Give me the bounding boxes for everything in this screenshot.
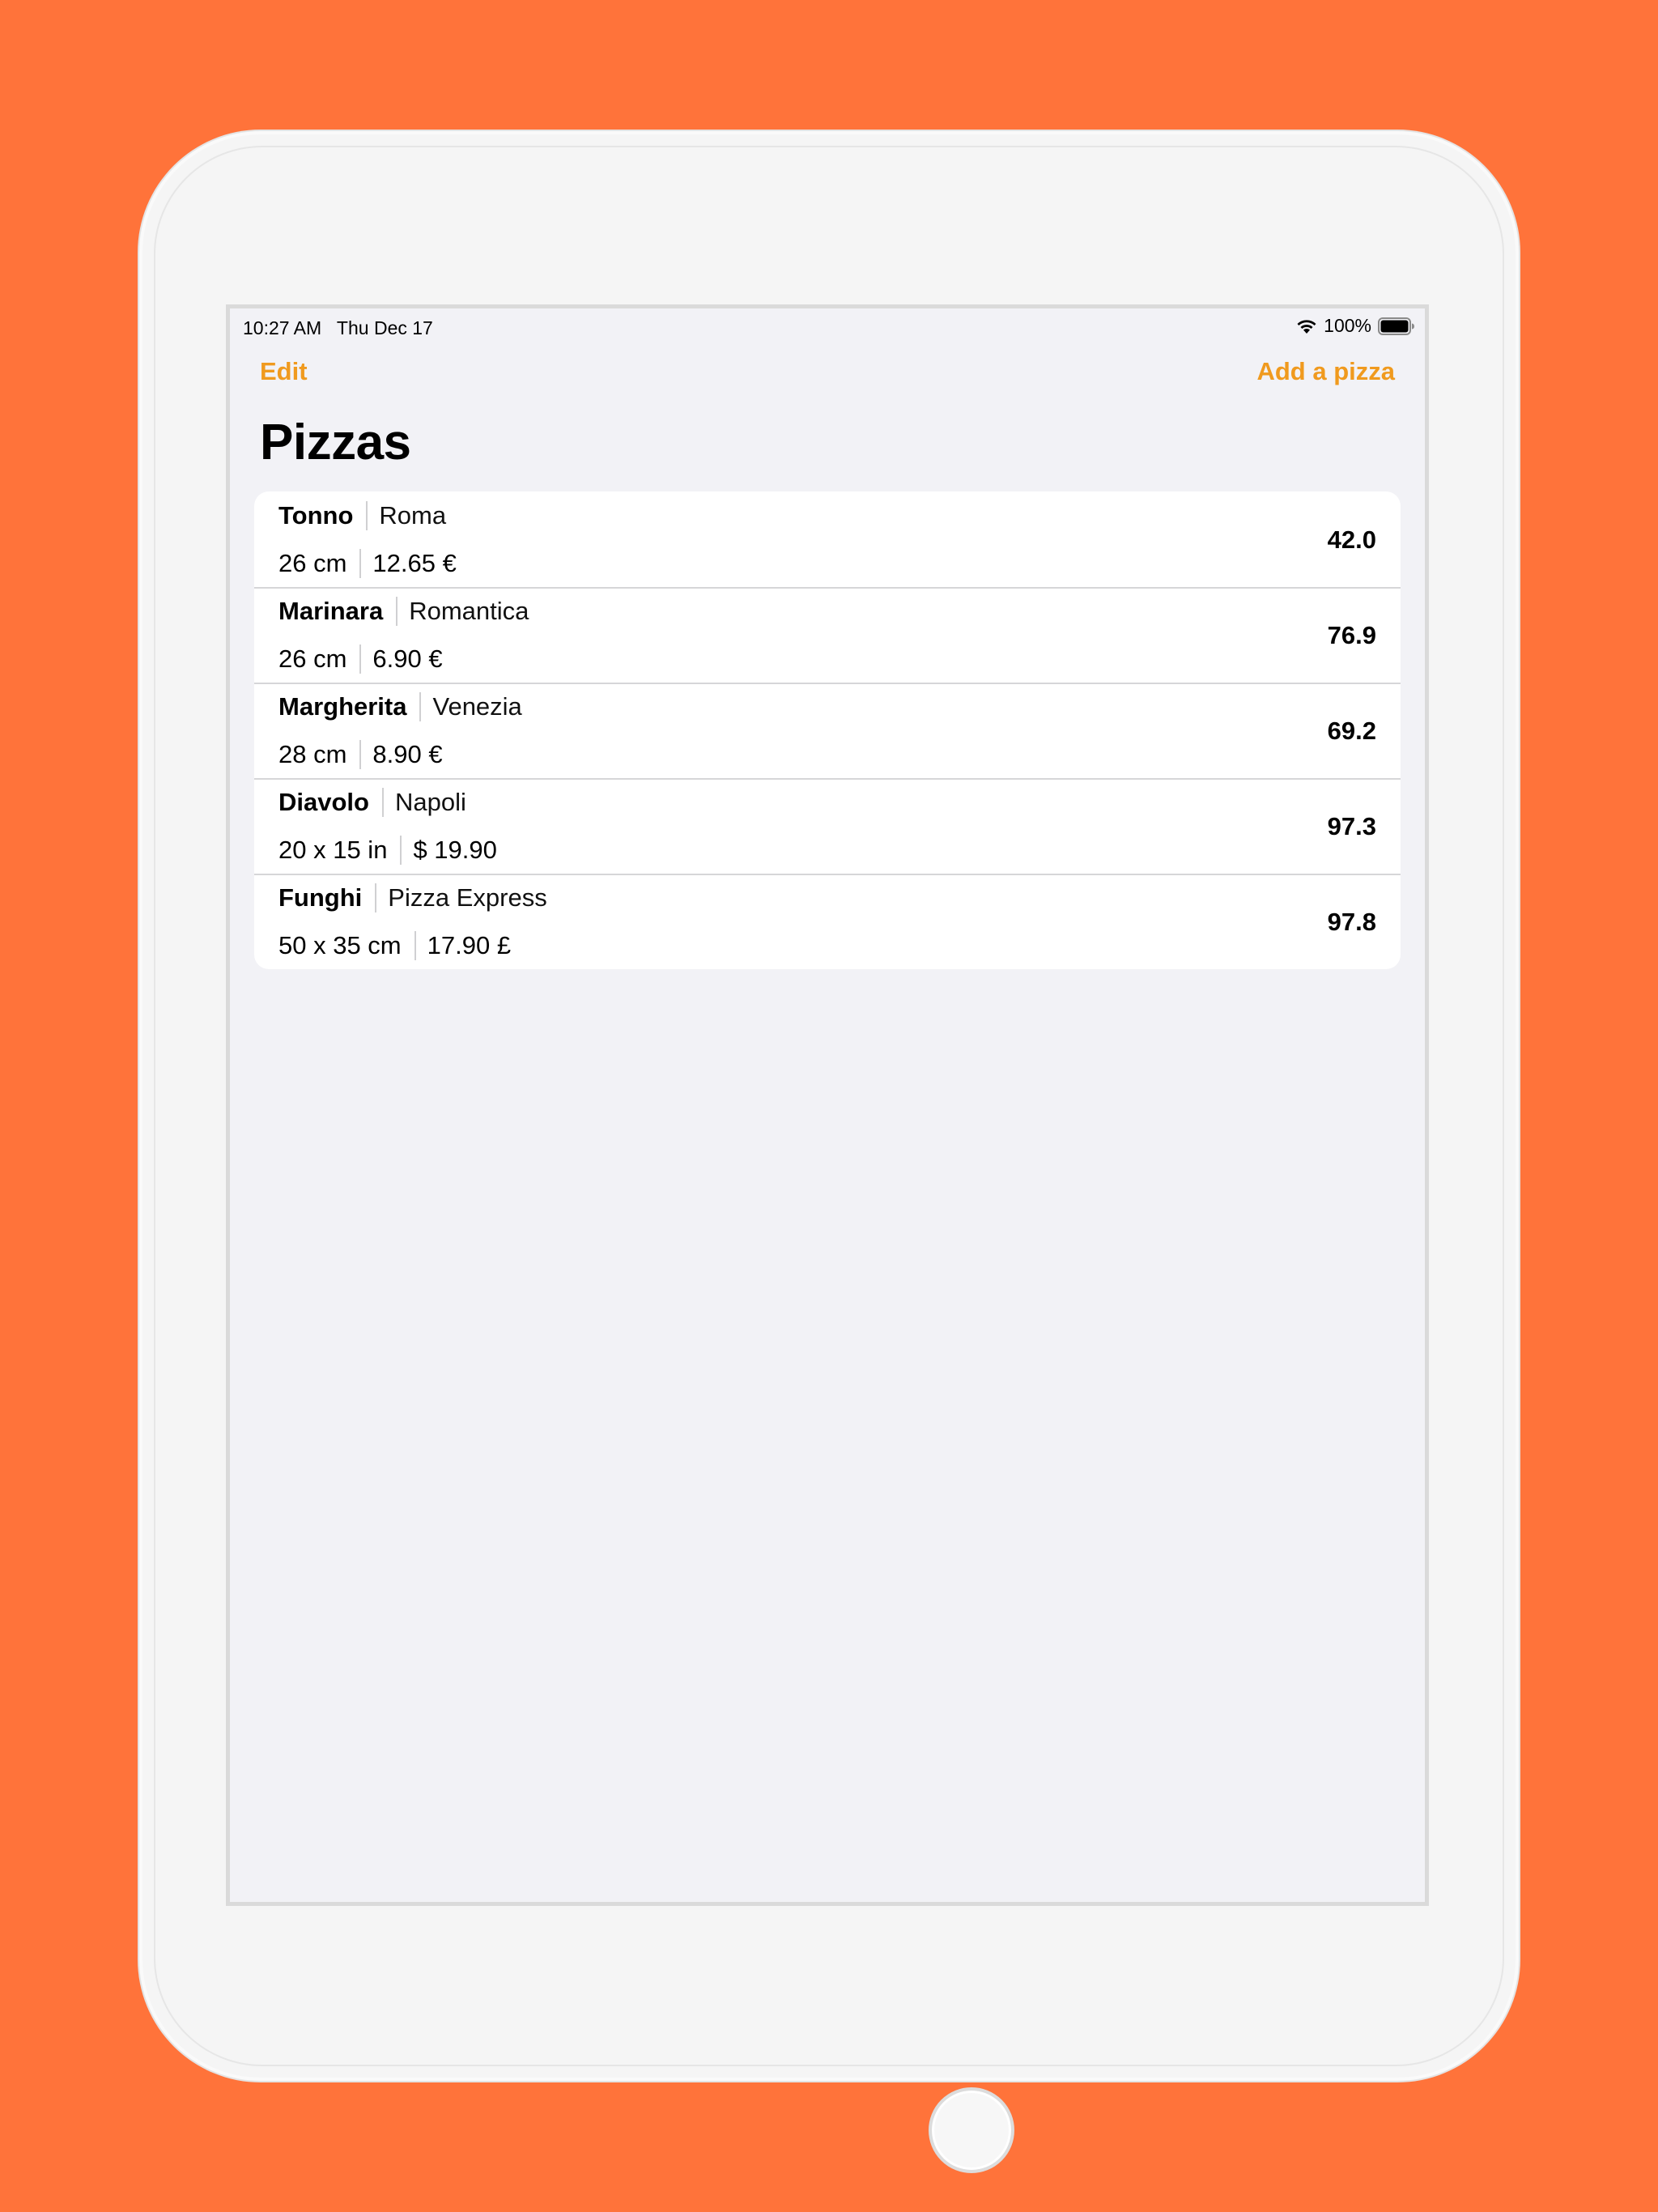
pizza-place: Romantica — [409, 597, 529, 625]
pizza-details: 28 cm 8.90 € — [278, 738, 443, 771]
home-button[interactable] — [929, 2087, 1014, 2173]
pizza-name: Tonno — [278, 501, 354, 530]
pizza-place: Venezia — [432, 692, 522, 721]
pizza-details: 20 x 15 in $ 19.90 — [278, 834, 497, 866]
divider — [359, 549, 362, 578]
battery-percentage: 100% — [1324, 315, 1371, 336]
pizza-place: Napoli — [394, 788, 466, 816]
pizza-size: 20 x 15 in — [278, 836, 388, 864]
divider — [396, 597, 398, 626]
status-time: 10:27 AM Thu Dec 17 — [243, 317, 433, 338]
divider — [359, 740, 362, 769]
battery-icon — [1378, 317, 1415, 335]
pizza-header: Funghi Pizza Express — [278, 882, 547, 914]
pizza-rating: 97.3 — [1327, 812, 1376, 840]
pizza-price: 8.90 € — [372, 740, 443, 768]
pizza-size: 26 cm — [278, 644, 347, 673]
pizza-header: Margherita Venezia — [278, 691, 522, 723]
divider — [366, 501, 368, 530]
pizza-rating: 69.2 — [1327, 717, 1376, 745]
divider — [400, 836, 402, 865]
status-indicators: 100% — [1296, 315, 1415, 337]
pizza-details: 50 x 35 cm 17.90 £ — [278, 929, 511, 962]
wifi-icon — [1296, 318, 1317, 334]
divider — [359, 644, 362, 674]
divider — [381, 788, 384, 817]
pizza-rating: 97.8 — [1327, 908, 1376, 936]
pizza-row-marinara[interactable]: Marinara Romantica 26 cm 6.90 € 76.9 — [254, 587, 1401, 683]
pizza-header: Marinara Romantica — [278, 595, 529, 627]
pizza-row-margherita[interactable]: Margherita Venezia 28 cm 8.90 € 69.2 — [254, 683, 1401, 778]
status-bar: 10:27 AM Thu Dec 17 100% — [230, 308, 1425, 347]
pizza-price: 6.90 € — [372, 644, 443, 673]
pizza-place: Roma — [379, 501, 447, 530]
pizza-rating: 42.0 — [1327, 525, 1376, 554]
pizza-price: 12.65 € — [372, 549, 457, 577]
app-screen: 10:27 AM Thu Dec 17 100% Edit Add a pizz… — [226, 304, 1429, 1906]
divider — [414, 931, 416, 960]
pizza-row-diavolo[interactable]: Diavolo Napoli 20 x 15 in $ 19.90 97.3 — [254, 778, 1401, 874]
pizza-place: Pizza Express — [388, 883, 547, 912]
divider — [419, 692, 422, 721]
navigation-bar: Edit Add a pizza — [230, 347, 1425, 396]
pizza-details: 26 cm 12.65 € — [278, 547, 457, 580]
pizza-size: 26 cm — [278, 549, 347, 577]
pizza-price: 17.90 £ — [427, 931, 512, 959]
add-pizza-button[interactable]: Add a pizza — [1256, 347, 1395, 396]
pizza-size: 50 x 35 cm — [278, 931, 402, 959]
pizza-details: 26 cm 6.90 € — [278, 643, 443, 675]
pizza-size: 28 cm — [278, 740, 347, 768]
pizza-name: Funghi — [278, 883, 363, 912]
pizza-list: Tonno Roma 26 cm 12.65 € 42.0 Marinara R… — [254, 491, 1401, 969]
pizza-rating: 76.9 — [1327, 621, 1376, 649]
pizza-row-tonno[interactable]: Tonno Roma 26 cm 12.65 € 42.0 — [254, 491, 1401, 587]
pizza-header: Tonno Roma — [278, 500, 446, 532]
pizza-row-funghi[interactable]: Funghi Pizza Express 50 x 35 cm 17.90 £ … — [254, 874, 1401, 969]
page-title: Pizzas — [260, 415, 411, 470]
divider — [375, 883, 377, 912]
pizza-price: $ 19.90 — [413, 836, 497, 864]
pizza-header: Diavolo Napoli — [278, 786, 466, 819]
pizza-name: Diavolo — [278, 788, 369, 816]
pizza-name: Margherita — [278, 692, 407, 721]
pizza-name: Marinara — [278, 597, 384, 625]
edit-button[interactable]: Edit — [260, 347, 308, 396]
